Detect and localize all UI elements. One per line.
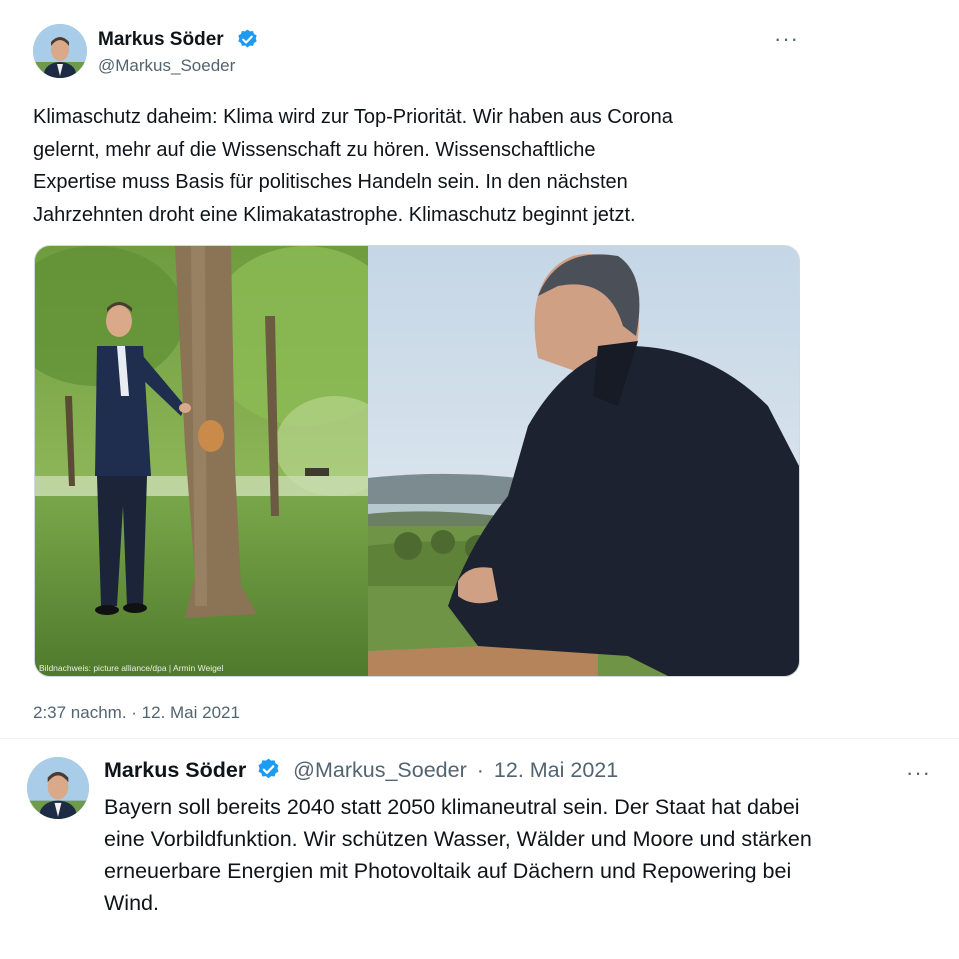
reply-more-options-icon[interactable]: ··· (906, 762, 931, 784)
avatar-image (33, 24, 87, 78)
tweet-text-line: Jahrzehnten droht eine Klimakatastrophe.… (33, 203, 636, 226)
photo-lake[interactable] (368, 246, 799, 676)
photo-credit: Bildnachweis: picture alliance/dpa | Arm… (39, 663, 224, 673)
tweet-timestamp[interactable]: 2:37 nachm. · 12. Mai 2021 (33, 703, 240, 723)
reply-header: Markus Söder @Markus_Soeder · 12. Mai 20… (104, 758, 618, 784)
tweet-media[interactable]: Bildnachweis: picture alliance/dpa | Arm… (34, 245, 800, 677)
verified-badge-icon (256, 757, 281, 782)
reply-text-line: eine Vorbildfunktion. Wir schützen Wasse… (104, 827, 812, 851)
reply-date[interactable]: 12. Mai 2021 (494, 758, 618, 782)
verified-badge-icon (236, 28, 259, 51)
reply-author-avatar[interactable] (27, 757, 89, 819)
tweet-text-line: Expertise muss Basis für politisches Han… (33, 171, 628, 193)
author-avatar[interactable] (33, 24, 87, 78)
author-name[interactable]: Markus Söder (98, 29, 224, 51)
tweet-text: Klimaschutz daheim: Klima wird zur Top-P… (33, 101, 823, 231)
photo-tree[interactable]: Bildnachweis: picture alliance/dpa | Arm… (35, 246, 405, 676)
divider (0, 738, 959, 739)
reply-author-name[interactable]: Markus Söder (104, 758, 246, 782)
reply-text-line: Bayern soll bereits 2040 statt 2050 klim… (104, 795, 800, 819)
tweet-text-line: gelernt, mehr auf die Wissenschaft zu hö… (33, 138, 596, 161)
author-handle[interactable]: @Markus_Soeder (98, 56, 235, 76)
separator-dot: · (476, 758, 484, 782)
reply-text-line: Wind. (104, 891, 159, 915)
more-options-icon[interactable]: ··· (774, 28, 799, 50)
reply-author-handle[interactable]: @Markus_Soeder (293, 758, 467, 782)
reply-text-line: erneuerbare Energien mit Photovoltaik au… (104, 859, 792, 883)
avatar-image (27, 757, 89, 819)
reply-text: Bayern soll bereits 2040 statt 2050 klim… (104, 791, 944, 919)
tweet-text-line: Klimaschutz daheim: Klima wird zur Top-P… (33, 106, 673, 128)
